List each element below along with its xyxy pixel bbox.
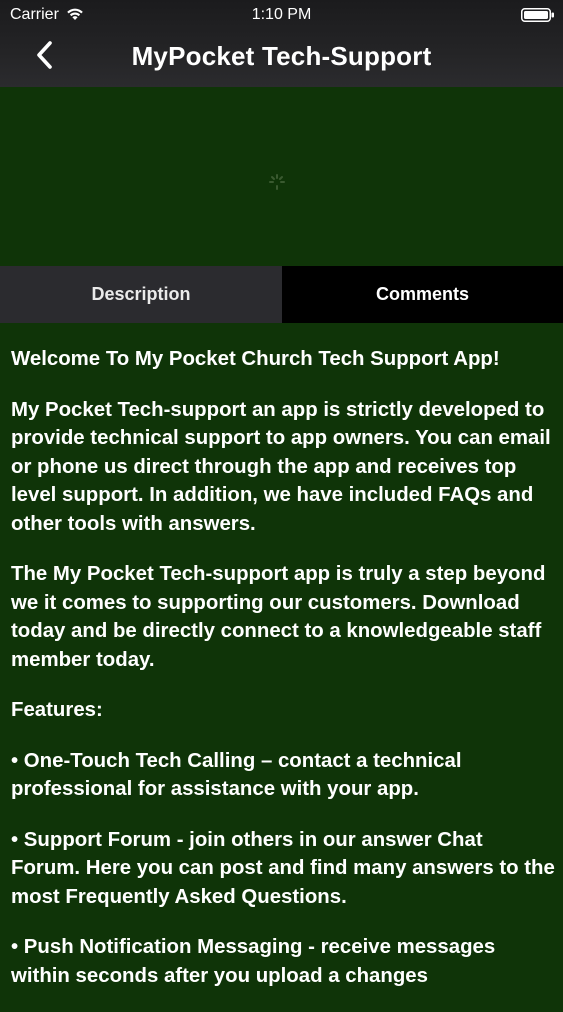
tab-bar: Description Comments (0, 266, 563, 323)
battery-icon (521, 8, 555, 22)
status-bar: Carrier 1:10 PM (0, 0, 563, 30)
feature-item: • One-Touch Tech Calling – contact a tec… (11, 749, 462, 801)
welcome-heading: Welcome To My Pocket Church Tech Support… (11, 348, 500, 370)
feature-item: • Support Forum - join others in our ans… (11, 828, 555, 908)
tab-description[interactable]: Description (0, 266, 282, 323)
description-paragraph: The My Pocket Tech-support app is truly … (11, 563, 546, 671)
features-heading: Features: (11, 699, 103, 721)
feature-item: • Push Notification Messaging - receive … (11, 936, 496, 987)
description-content: Welcome To My Pocket Church Tech Support… (11, 345, 556, 1012)
page-title: MyPocket Tech-Support (131, 41, 432, 71)
top-bar: Carrier 1:10 PM MyPocket Tech-Support (0, 0, 563, 87)
status-time: 1:10 PM (251, 6, 312, 23)
loading-spinner-icon (268, 173, 286, 191)
tab-comments[interactable]: Comments (282, 266, 563, 323)
description-paragraph: My Pocket Tech-support an app is strictl… (11, 398, 551, 535)
header-banner (0, 87, 563, 266)
navigation-bar: MyPocket Tech-Support (0, 30, 563, 87)
